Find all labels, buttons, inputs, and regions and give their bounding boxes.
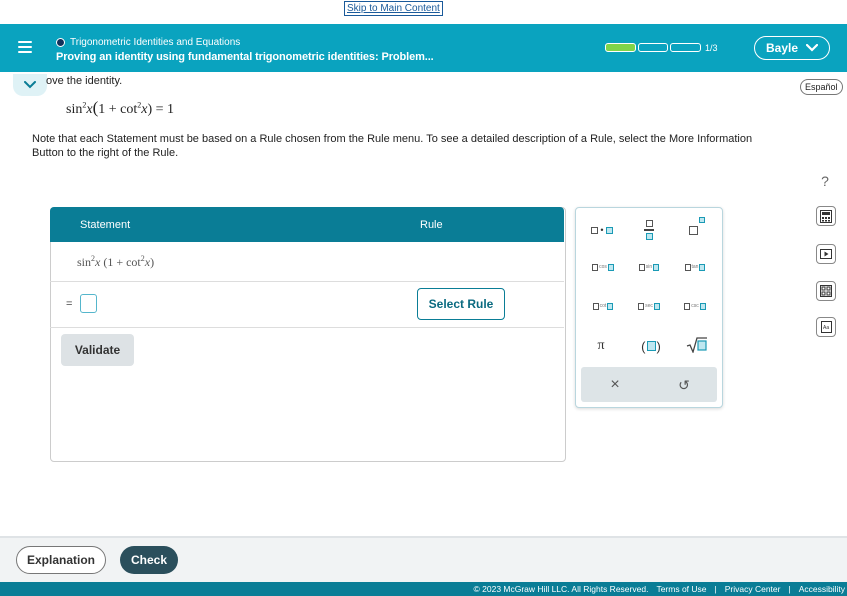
column-header-rule: Rule [420, 219, 443, 231]
textbook-icon[interactable]: Aa [816, 317, 836, 337]
language-toggle[interactable]: Español [800, 79, 843, 95]
progress-segment [670, 43, 702, 52]
multiply-key[interactable]: • [585, 220, 619, 240]
row-divider [50, 281, 564, 282]
select-rule-button[interactable]: Select Rule [417, 288, 505, 320]
question-prompt: ove the identity. [46, 75, 123, 87]
sec-key[interactable]: sec [630, 298, 668, 314]
page-title: Proving an identity using fundamental tr… [56, 51, 434, 63]
breadcrumb: Trigonometric Identities and Equations [56, 37, 240, 48]
statement-input[interactable] [80, 294, 97, 313]
privacy-link[interactable]: Privacy Center [725, 584, 781, 594]
fraction-key[interactable] [632, 216, 666, 244]
app-header [0, 24, 847, 72]
instructions-note: Note that each Statement must be based o… [32, 133, 753, 159]
check-button[interactable]: Check [120, 546, 178, 574]
svg-text:Aa: Aa [823, 325, 829, 331]
row-divider [50, 327, 564, 328]
video-icon[interactable] [816, 244, 836, 264]
explanation-button[interactable]: Explanation [16, 546, 106, 574]
cos-key[interactable]: cos [584, 259, 622, 275]
menu-icon[interactable] [18, 41, 32, 54]
topic-dot-icon [56, 38, 65, 47]
equals-sign: = [66, 298, 73, 310]
exponent-key[interactable] [680, 217, 714, 241]
undo-icon[interactable]: ↺ [672, 375, 696, 395]
calculator-icon[interactable] [816, 206, 836, 226]
square-root-key[interactable] [680, 334, 714, 356]
column-header-statement: Statement [80, 219, 131, 231]
pi-key[interactable]: π [588, 336, 614, 356]
accessibility-link[interactable]: Accessibility [799, 584, 845, 594]
collapse-question-button[interactable] [13, 74, 47, 96]
sin-key[interactable]: sin [630, 259, 668, 275]
progress-count: 1/3 [705, 43, 718, 53]
parentheses-key[interactable]: () [634, 336, 668, 356]
terms-link[interactable]: Terms of Use [656, 584, 706, 594]
progress-segment-done [605, 43, 636, 52]
chevron-down-icon [24, 81, 36, 89]
footer: © 2023 McGraw Hill LLC. All Rights Reser… [0, 582, 847, 596]
chevron-down-icon [806, 44, 819, 52]
grid-icon[interactable] [816, 281, 836, 301]
cot-key[interactable]: cot [584, 298, 622, 314]
tan-key[interactable]: tan [676, 259, 714, 275]
progress-segment [637, 43, 669, 52]
breadcrumb-topic: Trigonometric Identities and Equations [70, 37, 241, 48]
validate-button[interactable]: Validate [61, 334, 134, 366]
footer-separator: | [788, 584, 791, 594]
copyright-text: © 2023 McGraw Hill LLC. All Rights Reser… [473, 584, 649, 594]
clear-icon[interactable]: × [603, 375, 627, 395]
identity-expression: sin2x(1 + cot2x) = 1 [66, 98, 175, 117]
footer-separator: | [714, 584, 717, 594]
help-icon[interactable]: ? [815, 171, 835, 191]
user-menu-button[interactable]: Bayle [754, 36, 830, 60]
palette-actions [581, 367, 717, 402]
progress-bar [605, 43, 702, 52]
user-name: Bayle [765, 41, 799, 55]
csc-key[interactable]: csc [676, 298, 714, 314]
skip-to-main-link[interactable]: Skip to Main Content [344, 1, 443, 16]
statement-expression: sin2x (1 + cot2x) [77, 254, 155, 269]
